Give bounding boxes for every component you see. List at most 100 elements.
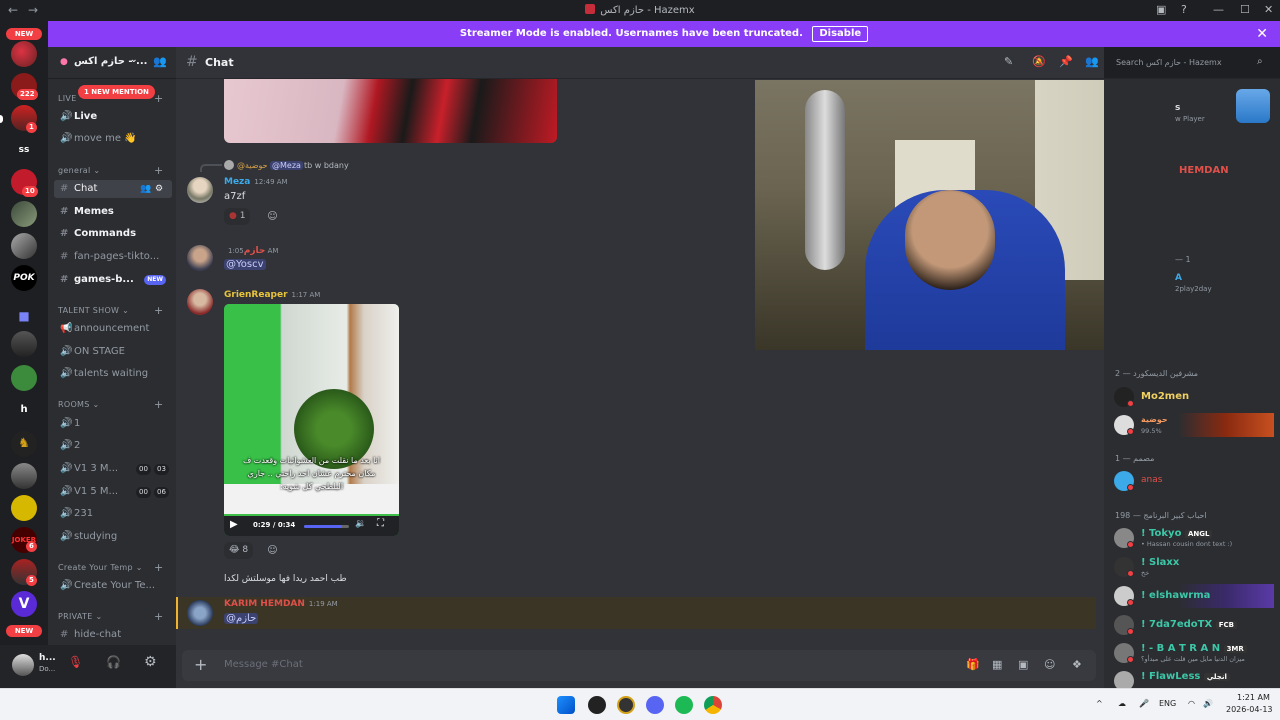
add-channel-icon[interactable]: + [154, 610, 164, 623]
start-icon[interactable] [557, 696, 575, 714]
reaction-chip[interactable]: 😂 8 [224, 542, 254, 559]
close-banner-icon[interactable]: ✕ [1256, 21, 1268, 47]
member-batran[interactable]: ! - B A T R A N 3MR ميزان الدنيا مايل مي… [1114, 641, 1274, 665]
avatar[interactable] [187, 289, 213, 315]
channel-announcement[interactable]: 📢 announcement [54, 320, 172, 338]
member-7da7edotx[interactable]: ! 7da7edoTX FCB [1114, 613, 1274, 637]
reply-author[interactable]: @حوضية [237, 161, 268, 170]
help-icon[interactable]: ? [1181, 3, 1187, 16]
apps-icon[interactable]: ❖ [1072, 658, 1082, 671]
video-progress-bar[interactable] [304, 525, 349, 528]
screen-share-icon[interactable]: ▣ [1156, 3, 1166, 16]
discord-icon[interactable] [646, 696, 664, 714]
network-icon[interactable]: ☁ [1118, 699, 1126, 708]
channel-room-1[interactable]: 🔊 1 [54, 415, 172, 433]
author-name[interactable]: Meza [224, 177, 250, 187]
clock-date[interactable]: 2026-04-13 [1226, 705, 1273, 714]
channel-talents-waiting[interactable]: 🔊 talents waiting [54, 365, 172, 383]
category-live[interactable]: LIVE + [58, 92, 163, 105]
server-icon[interactable] [11, 201, 37, 227]
member-mo2men[interactable]: Mo2men [1114, 385, 1274, 409]
activity-icon[interactable] [1236, 89, 1270, 123]
channel-on-stage[interactable]: 🔊 ON STAGE [54, 343, 172, 361]
channel-v15[interactable]: 🔊 V1 5 M... 00 06 [54, 483, 172, 501]
author-name[interactable]: GrienReaper [224, 290, 288, 300]
emoji-icon[interactable]: ☺ [1044, 658, 1055, 671]
gif-icon[interactable]: ▦ [992, 658, 1002, 671]
server-icon[interactable] [11, 331, 37, 357]
spotify-icon[interactable] [675, 696, 693, 714]
channel-studying[interactable]: 🔊 studying [54, 528, 172, 546]
chevron-up-icon[interactable]: ^ [1096, 699, 1103, 708]
channel-live[interactable]: 🔊 Live [54, 108, 172, 126]
language-indicator[interactable]: ENG [1159, 699, 1176, 708]
server-h[interactable]: h [11, 397, 37, 423]
server-icon[interactable]: ♞ [11, 431, 37, 457]
avatar[interactable] [12, 654, 34, 676]
channel-commands[interactable]: # Commands [54, 225, 172, 243]
server-icon[interactable] [11, 495, 37, 521]
category-talent-show[interactable]: TALENT SHOW ⌄ + [58, 304, 163, 317]
app-icon[interactable] [588, 696, 606, 714]
add-channel-icon[interactable]: + [154, 164, 164, 177]
mic-icon[interactable]: 🎤 [1139, 699, 1149, 708]
server-header[interactable]: ● حازم اكس - ... ⌄ 👥 [48, 47, 176, 79]
minimize-button[interactable]: — [1213, 3, 1224, 16]
sticker-icon[interactable]: ▣ [1018, 658, 1028, 671]
channel-fan-pages[interactable]: # fan-pages-tikto... [54, 248, 172, 266]
reply-mention[interactable]: @Meza [270, 161, 303, 170]
user-mention[interactable]: @Yoscv [224, 259, 266, 270]
add-channel-icon[interactable]: + [154, 304, 164, 317]
channel-room-2[interactable]: 🔊 2 [54, 437, 172, 455]
app-icon[interactable] [617, 696, 635, 714]
server-icon[interactable]: POK [11, 265, 37, 291]
new-mention-pill[interactable]: 1 NEW MENTION [78, 85, 155, 99]
search-input[interactable]: Search حازم اكس - Hazemx [1112, 53, 1268, 72]
volume-icon[interactable]: 🔉 [355, 519, 366, 529]
new-servers-badge[interactable]: NEW [6, 28, 42, 40]
author-name[interactable]: KARIM HEMDAN [224, 599, 305, 609]
member-tokyo[interactable]: ! Tokyo ANGL • Hassan cousin dont text :… [1114, 526, 1274, 550]
server-icon[interactable] [11, 463, 37, 489]
member-list-icon[interactable]: 👥 [1085, 55, 1099, 68]
add-channel-icon[interactable]: + [154, 92, 164, 105]
category-general[interactable]: general ⌄ + [58, 164, 163, 177]
author-name[interactable]: حازم [244, 246, 266, 256]
add-channel-icon[interactable]: + [154, 561, 164, 574]
volume-icon[interactable]: 🔊 [1203, 699, 1213, 708]
channel-move-me[interactable]: 🔊 move me 👋 [54, 130, 172, 148]
member-name[interactable]: A [1175, 273, 1182, 283]
pinned-icon[interactable]: 📌 [1059, 55, 1073, 68]
image-attachment[interactable] [224, 79, 557, 143]
category-create-your-temp[interactable]: Create Your Temp ⌄ + [58, 561, 163, 574]
server-icon[interactable] [11, 233, 37, 259]
member-elshawrma[interactable]: ! elshawrma [1114, 584, 1274, 608]
channel-games[interactable]: # games-b... NEW [54, 271, 172, 289]
avatar[interactable] [187, 600, 213, 626]
channel-memes[interactable]: # Memes [54, 203, 172, 221]
maximize-button[interactable]: ☐ [1240, 3, 1250, 16]
add-reaction-icon[interactable]: ☺ [264, 542, 281, 559]
user-mention[interactable]: @حازم [224, 613, 259, 624]
server-icon[interactable] [11, 365, 37, 391]
member-flawless[interactable]: ! FlawLess انجلي [1114, 669, 1274, 688]
wifi-icon[interactable]: ◠ [1188, 699, 1195, 708]
notifications-muted-icon[interactable]: 🔕 [1032, 55, 1046, 68]
avatar[interactable] [187, 177, 213, 203]
avatar[interactable] [187, 245, 213, 271]
server-icon[interactable]: V [11, 591, 37, 617]
gift-icon[interactable]: 🎁 [966, 658, 980, 671]
mic-muted-icon[interactable]: 🎙 [68, 655, 83, 669]
message-composer[interactable]: + Message #Chat 🎁 ▦ ▣ ☺ ❖ [182, 650, 1096, 681]
member-anas[interactable]: anas [1114, 469, 1274, 493]
add-reaction-icon[interactable]: ☺ [264, 208, 281, 225]
server-icon[interactable] [11, 41, 37, 67]
message-input[interactable]: Message #Chat [224, 659, 303, 670]
channel-create-your-temp[interactable]: 🔊 Create Your Te... [54, 577, 172, 595]
video-attachment[interactable]: انا بعد ما نقلت من العشوائيات وقعدت ف مك… [224, 304, 399, 536]
chrome-icon[interactable] [704, 696, 722, 714]
member-hawdaya[interactable]: حوضية 99.5% [1114, 413, 1274, 437]
category-rooms[interactable]: ROOMS ⌄ + [58, 398, 163, 411]
reaction-chip[interactable]: ● 1 [224, 208, 251, 225]
member-name[interactable]: HEMDAN [1179, 165, 1229, 176]
